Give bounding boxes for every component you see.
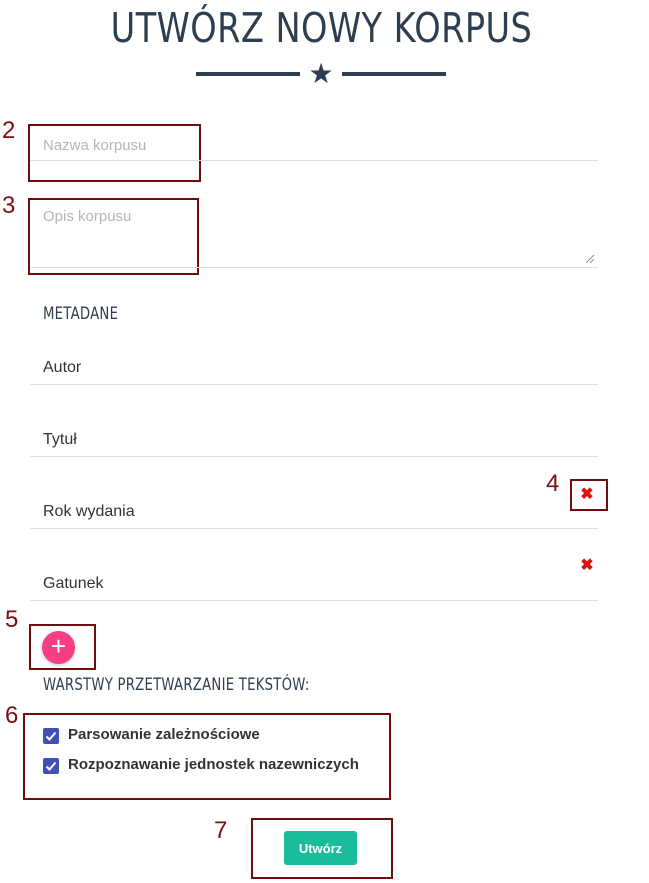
metadata-underline bbox=[30, 600, 598, 601]
metadata-field-label: Rok wydania bbox=[43, 503, 135, 520]
annotation-label-4: 4 bbox=[546, 470, 560, 497]
metadata-field-label: Tytuł bbox=[43, 431, 77, 448]
close-icon[interactable]: ✖ bbox=[579, 558, 595, 574]
close-icon[interactable]: ✖ bbox=[579, 487, 595, 503]
layer-option-label: Parsowanie zależnościowe bbox=[68, 726, 260, 743]
metadata-field-autor[interactable]: Autor bbox=[30, 352, 598, 384]
annotation-label-6: 6 bbox=[5, 702, 19, 729]
corpus-name-input[interactable]: Nazwa korpusu bbox=[30, 128, 598, 160]
annotation-label-7: 7 bbox=[214, 817, 228, 844]
star-icon: ★ bbox=[308, 58, 334, 89]
corpus-name-placeholder: Nazwa korpusu bbox=[43, 137, 147, 154]
corpus-description-textarea[interactable]: Opis korpusu bbox=[30, 200, 598, 267]
annotation-label-3: 3 bbox=[2, 192, 16, 219]
layers-heading: WARSTWY PRZETWARZANIE TEKSTÓW: bbox=[43, 675, 310, 695]
metadata-heading: METADANE bbox=[43, 304, 119, 324]
layer-option-label: Rozpoznawanie jednostek nazewniczych bbox=[68, 756, 359, 773]
metadata-field-rok-wydania[interactable]: Rok wydania bbox=[30, 496, 570, 528]
title-divider-left bbox=[196, 72, 300, 76]
checkbox-checked[interactable] bbox=[43, 728, 59, 744]
page-title: UTWÓRZ NOWY KORPUS bbox=[110, 4, 533, 52]
add-metadata-button[interactable]: + bbox=[42, 631, 75, 664]
metadata-underline bbox=[30, 528, 598, 529]
metadata-underline bbox=[30, 384, 598, 385]
create-button[interactable]: Utwórz bbox=[284, 831, 357, 865]
corpus-name-underline bbox=[30, 160, 598, 161]
plus-icon: + bbox=[50, 631, 67, 661]
annotation-label-2: 2 bbox=[2, 117, 16, 144]
checkbox-checked[interactable] bbox=[43, 758, 59, 774]
metadata-field-tytul[interactable]: Tytuł bbox=[30, 424, 598, 456]
check-icon bbox=[45, 731, 57, 741]
metadata-field-label: Autor bbox=[43, 359, 82, 376]
metadata-underline bbox=[30, 456, 598, 457]
corpus-description-placeholder: Opis korpusu bbox=[43, 208, 132, 225]
title-divider-right bbox=[342, 72, 446, 76]
annotation-label-5: 5 bbox=[5, 606, 19, 633]
metadata-field-label: Gatunek bbox=[43, 575, 104, 592]
corpus-description-underline bbox=[30, 267, 598, 268]
resize-grip-icon[interactable] bbox=[585, 254, 595, 264]
metadata-field-gatunek[interactable]: Gatunek bbox=[30, 568, 570, 600]
check-icon bbox=[45, 761, 57, 771]
